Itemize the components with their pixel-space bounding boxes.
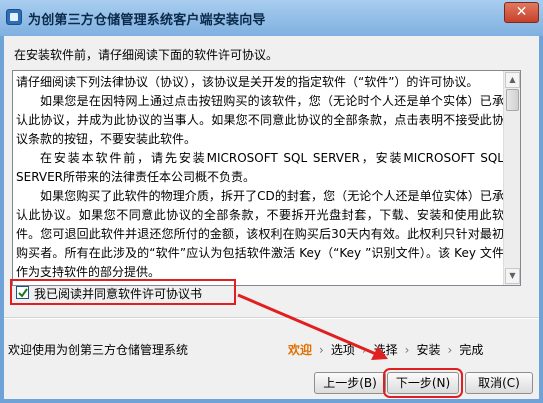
license-textarea[interactable]: 请仔细阅读下列法律协议（协议），该协议是关开发的指定软件（“软件”）的许可协议。… — [12, 70, 521, 286]
chevron-right-icon: › — [319, 343, 324, 357]
app-icon — [6, 9, 22, 25]
step-select: 选择 — [373, 343, 398, 357]
scroll-thumb[interactable] — [506, 89, 519, 111]
license-paragraph: 如果您购买了此软件的物理介质，拆开了CD的封套，您（无论个人还是单位实体）已承认… — [16, 189, 504, 279]
scroll-down-icon[interactable]: ▼ — [505, 268, 520, 284]
step-welcome: 欢迎 — [288, 343, 313, 357]
license-text: 请仔细阅读下列法律协议（协议），该协议是关开发的指定软件（“软件”）的许可协议。… — [16, 73, 504, 282]
chevron-right-icon: › — [361, 343, 367, 357]
window-title: 为创第三方仓储管理系统客户端安装向导 — [28, 13, 266, 28]
agree-label[interactable]: 我已阅读并同意软件许可协议书 — [34, 285, 202, 302]
wizard-content: 在安装软件前，请仔细阅读下面的软件许可协议。 请仔细阅读下列法律协议（协议），该… — [4, 36, 539, 399]
license-scrollbar[interactable]: ▲ ▼ — [503, 71, 520, 285]
license-paragraph: 如果您是在因特网上通过点击按钮购买的该软件，您（无论时个人还是单个实体）已承认此… — [16, 94, 504, 146]
license-prompt: 在安装软件前，请仔细阅读下面的软件许可协议。 — [14, 48, 279, 62]
agree-license-checkbox-row[interactable]: 我已阅读并同意软件许可协议书 — [10, 279, 236, 305]
checkmark-icon — [18, 288, 28, 298]
next-button[interactable]: 下一步(N) — [383, 368, 463, 398]
license-paragraph: 在安装本软件前，请先安装MICROSOFT SQL SERVER，安装MICRO… — [16, 151, 504, 184]
cancel-button[interactable]: 取消(C) — [465, 372, 533, 394]
scroll-up-icon[interactable]: ▲ — [505, 72, 520, 88]
agree-checkbox[interactable] — [16, 286, 29, 299]
footer-divider — [4, 317, 539, 319]
step-finish: 完成 — [459, 343, 484, 357]
chevron-right-icon: › — [404, 343, 410, 357]
license-paragraph: 请仔细阅读下列法律协议（协议），该协议是关开发的指定软件（“软件”）的许可协议。 — [16, 75, 479, 89]
wizard-steps: 欢迎 › 选项 › 选择 › 安装 › 完成 — [288, 341, 483, 358]
previous-button[interactable]: 上一步(B) — [314, 372, 386, 394]
installer-window: 为创第三方仓储管理系统客户端安装向导 ✕ 在安装软件前，请仔细阅读下面的软件许可… — [0, 0, 543, 403]
chevron-right-icon: › — [447, 343, 453, 357]
step-options: 选项 — [330, 343, 355, 357]
title-bar[interactable]: 为创第三方仓储管理系统客户端安装向导 ✕ — [0, 0, 543, 36]
welcome-text: 欢迎使用为创第三方仓储管理系统 — [8, 343, 189, 357]
step-install: 安装 — [416, 343, 441, 357]
close-button[interactable]: ✕ — [504, 2, 539, 23]
